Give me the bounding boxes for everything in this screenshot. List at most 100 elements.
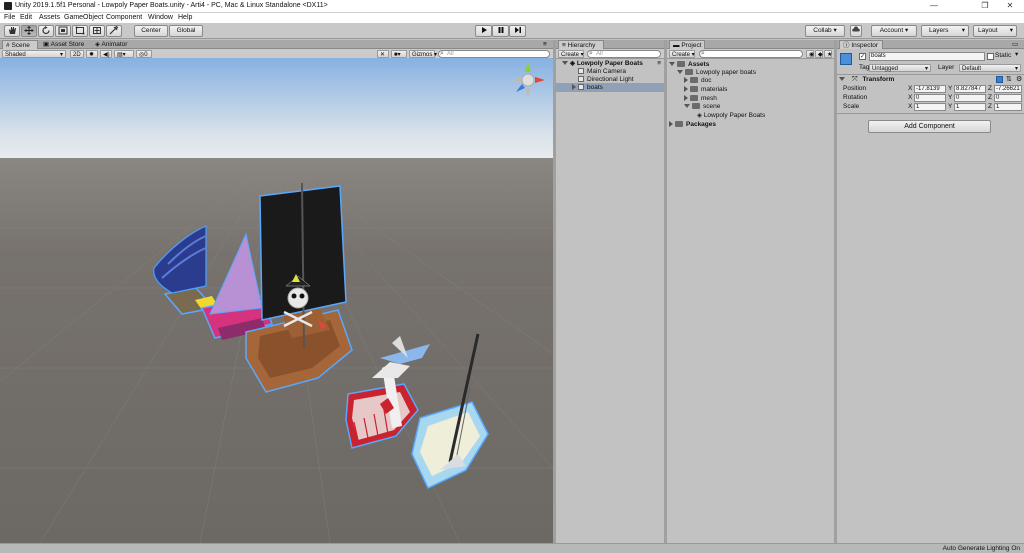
divider: [837, 113, 1024, 114]
rotation-label: Rotation: [843, 94, 868, 101]
object-name-field[interactable]: boats: [869, 52, 985, 61]
transform-tool-button[interactable]: [89, 25, 105, 37]
scale-icon: [58, 26, 68, 35]
menu-gameobject[interactable]: GameObject: [64, 13, 103, 23]
help-icon[interactable]: [996, 76, 1003, 83]
filter-label-button[interactable]: ◆: [815, 50, 823, 58]
scene-tools-toggle[interactable]: ✕: [377, 50, 389, 58]
tab-animator[interactable]: ◈ Animator: [92, 40, 130, 49]
menu-file[interactable]: File: [4, 13, 15, 23]
scene-viewport[interactable]: [0, 58, 553, 543]
menu-window[interactable]: Window: [148, 13, 173, 23]
pivot-rotation-button[interactable]: Global: [169, 25, 203, 37]
transform-icon: [93, 27, 101, 34]
active-checkbox[interactable]: ✓: [859, 53, 866, 60]
static-checkbox[interactable]: [987, 53, 994, 60]
gear-icon[interactable]: ⚙: [1016, 75, 1022, 83]
layout-dropdown[interactable]: Layout ▾: [973, 25, 1017, 37]
hierarchy-search-input[interactable]: All: [587, 50, 661, 58]
hierarchy-search-placeholder: All: [596, 51, 603, 57]
custom-tool-button[interactable]: [106, 25, 122, 37]
camera-settings-dropdown[interactable]: ■▾: [391, 50, 407, 58]
pirate-boat[interactable]: [245, 182, 353, 393]
layers-dropdown[interactable]: Layers ▾: [921, 25, 969, 37]
menu-help[interactable]: Help: [178, 13, 192, 23]
inspector-body: ✓ boats Static ▾ Tag Untagged ▾ Layer Def…: [837, 49, 1024, 543]
rotation-y-value: 0: [956, 95, 960, 101]
hierarchy-create-dropdown[interactable]: Create ▾: [558, 50, 584, 58]
tab-inspector[interactable]: ⓘ Inspector: [839, 40, 883, 49]
close-button[interactable]: ✕: [1000, 0, 1020, 12]
rotate-tool-button[interactable]: [38, 25, 54, 37]
hierarchy-item-boats[interactable]: boats: [556, 83, 664, 92]
rotation-z-field[interactable]: 0: [994, 94, 1022, 102]
add-component-label: Add Component: [904, 123, 955, 130]
menu-component[interactable]: Component: [106, 13, 142, 23]
hierarchy-item-label: Main Camera: [587, 68, 627, 75]
scene-search-input[interactable]: All: [438, 50, 550, 58]
pause-button[interactable]: [492, 25, 509, 37]
gizmos-dropdown[interactable]: Gizmos ▾: [409, 50, 437, 58]
play-button[interactable]: [475, 25, 492, 37]
axis-x-label: X: [908, 103, 913, 110]
favorite-button[interactable]: ★: [824, 50, 832, 58]
move-tool-button[interactable]: [21, 25, 37, 37]
project-folder-label: Assets: [688, 61, 710, 68]
scale-x-field[interactable]: 1: [914, 103, 946, 111]
project-folder-packages[interactable]: Packages: [667, 120, 716, 129]
collapse-arrow-icon: [684, 95, 688, 102]
minimize-button[interactable]: —: [924, 0, 944, 12]
scale-y-field[interactable]: 1: [954, 103, 986, 111]
folder-icon: [690, 95, 698, 102]
project-create-dropdown[interactable]: Create ▾: [669, 50, 695, 58]
panel-menu-icon[interactable]: ≡: [540, 40, 550, 49]
rotation-x-value: 0: [916, 95, 920, 101]
position-y-field[interactable]: 8.827847: [954, 85, 986, 93]
lighting-toggle[interactable]: ✹: [86, 50, 98, 58]
tab-project[interactable]: ▬ Project: [669, 40, 705, 49]
preset-icon[interactable]: ⇅: [1006, 75, 1012, 83]
rect-tool-button[interactable]: [72, 25, 88, 37]
chevron-down-icon[interactable]: ▾: [1015, 51, 1018, 59]
position-z-field[interactable]: -7.26621: [994, 85, 1022, 93]
rotation-x-field[interactable]: 0: [914, 94, 946, 102]
scale-z-field[interactable]: 1: [994, 103, 1022, 111]
maximize-button[interactable]: ❐: [975, 0, 995, 12]
hand-tool-button[interactable]: [4, 25, 20, 37]
2d-toggle[interactable]: 2D: [70, 50, 84, 58]
layer-dropdown[interactable]: Default ▾: [959, 64, 1021, 72]
tab-scene[interactable]: # Scene: [2, 40, 38, 49]
rotation-y-field[interactable]: 0: [954, 94, 986, 102]
shading-mode-dropdown[interactable]: Shaded ▾: [2, 50, 66, 58]
lock-icon[interactable]: ▭: [1009, 40, 1021, 49]
hidden-objects-toggle[interactable]: ◎0: [136, 50, 152, 58]
tab-asset-store[interactable]: ▣ Asset Store: [40, 40, 87, 49]
filter-type-button[interactable]: ◉: [806, 50, 814, 58]
collab-dropdown[interactable]: Collab ▾: [805, 25, 845, 37]
divider: [837, 74, 1024, 75]
project-folder-materials[interactable]: materials: [667, 85, 727, 94]
cloud-button[interactable]: [850, 25, 862, 37]
pivot-mode-button[interactable]: Center: [134, 25, 168, 37]
account-dropdown[interactable]: Account ▾: [871, 25, 917, 37]
position-x-field[interactable]: -17.8139: [914, 85, 946, 93]
transform-header[interactable]: ⤧ Transform ⇅ ⚙: [839, 76, 1024, 85]
step-button[interactable]: [509, 25, 526, 37]
menu-edit[interactable]: Edit: [20, 13, 32, 23]
project-folder-scene[interactable]: scene: [667, 102, 720, 111]
effects-dropdown[interactable]: ▤▾: [114, 50, 134, 58]
add-component-button[interactable]: Add Component: [868, 120, 991, 133]
project-asset-scene[interactable]: ◈ Lowpoly Paper Boats: [667, 111, 765, 120]
unity-scene-icon: ◈: [697, 112, 702, 119]
object-name-value: boats: [871, 53, 886, 59]
project-folder-doc[interactable]: doc: [667, 76, 711, 85]
inspector-tab-bar: ⓘ Inspector ▭: [837, 40, 1024, 49]
tag-icon: ◆: [818, 52, 823, 58]
project-search-input[interactable]: [699, 50, 803, 58]
scale-tool-button[interactable]: [55, 25, 71, 37]
tag-dropdown[interactable]: Untagged ▾: [869, 64, 931, 72]
project-asset-label: Lowpoly Paper Boats: [703, 112, 766, 119]
audio-toggle[interactable]: ◀): [100, 50, 112, 58]
tab-hierarchy[interactable]: ≡ Hierarchy: [558, 40, 604, 49]
menu-assets[interactable]: Assets: [39, 13, 60, 23]
